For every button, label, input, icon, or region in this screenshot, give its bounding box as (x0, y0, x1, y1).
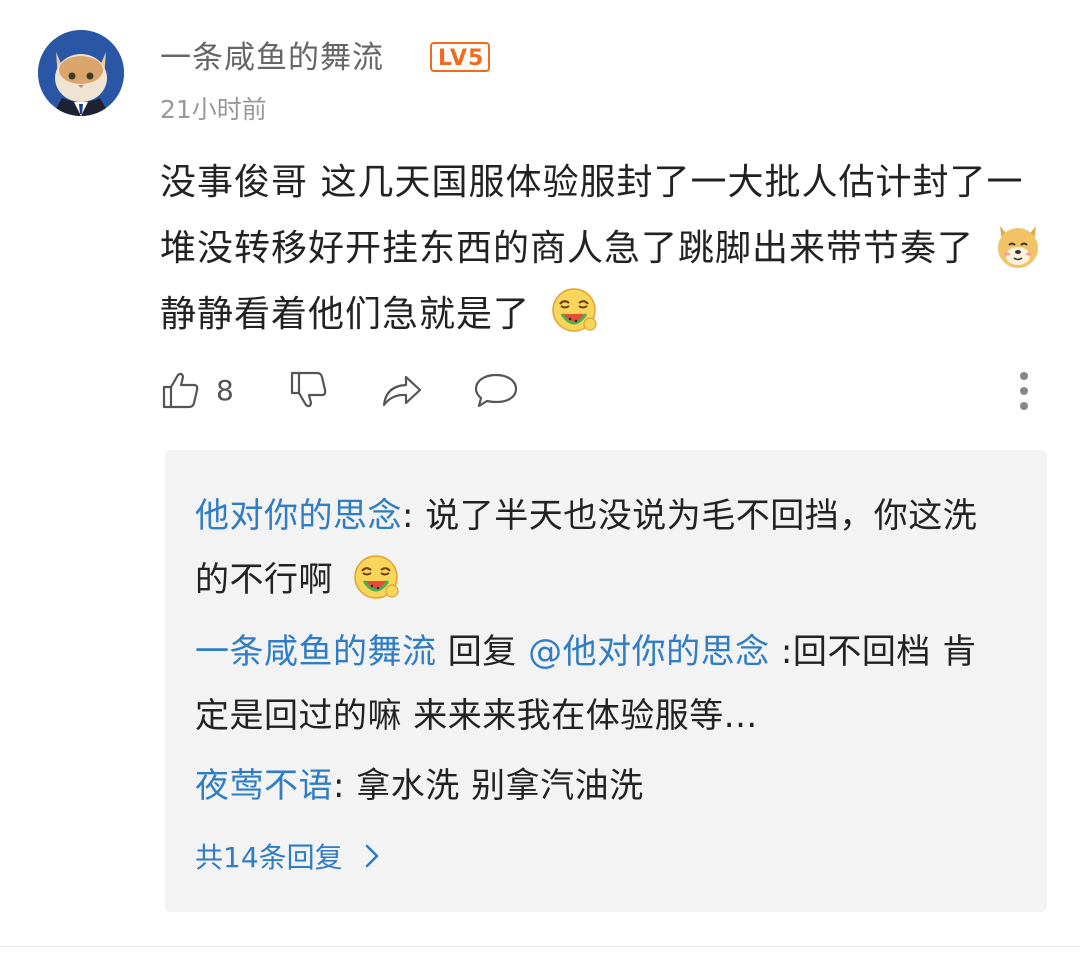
view-all-replies-link[interactable]: 共14条回复 (195, 830, 383, 882)
reply-author[interactable]: 一条咸鱼的舞流 (195, 632, 437, 672)
reply-button[interactable] (473, 362, 519, 418)
level-text: LV5 (438, 46, 485, 71)
comment-username[interactable]: 一条咸鱼的舞流 (160, 36, 384, 80)
more-vertical-icon (1020, 372, 1028, 410)
eating-watermelon-emoji-icon (350, 551, 402, 603)
share-icon (382, 375, 422, 407)
reply-mention[interactable]: @他对你的思念 (528, 632, 770, 672)
share-button[interactable] (380, 362, 424, 418)
chat-bubble-icon (474, 373, 518, 408)
reply-author[interactable]: 夜莺不语 (195, 766, 333, 806)
dislike-button[interactable] (288, 362, 330, 418)
reply-author[interactable]: 他对你的思念 (195, 496, 402, 536)
chevron-right-icon (365, 844, 378, 868)
reply-separator: : (333, 766, 345, 806)
reply-item[interactable]: 夜莺不语: 拿水洗 别拿汽油洗 (195, 754, 1005, 818)
more-options-button[interactable] (1018, 370, 1030, 412)
replies-panel: 他对你的思念: 说了半天也没说为毛不回挡，你这洗的不行啊 一条咸鱼的舞流 回复 … (165, 450, 1047, 912)
doge-emoji-icon (992, 218, 1044, 270)
reply-text: 拿水洗 别拿汽油洗 (344, 766, 644, 806)
like-button[interactable]: 8 (160, 362, 234, 418)
reply-separator: : (402, 496, 414, 536)
thumbs-up-icon (162, 372, 199, 409)
user-avatar[interactable] (38, 30, 124, 116)
comment-timestamp: 21小时前 (160, 95, 267, 124)
thumbs-down-icon (290, 371, 327, 408)
comment-text: 没事俊哥 这几天国服体验服封了一大批人估计封了一堆没转移好开挂东西的商人急了跳脚… (160, 150, 1060, 348)
divider (0, 946, 1080, 947)
comment-action-bar: 8 (160, 362, 1040, 418)
like-count: 8 (216, 373, 234, 407)
reply-item[interactable]: 一条咸鱼的舞流 回复 @他对你的思念 :回不回档 肯定是回过的嘛 来来来我在体验… (195, 620, 1005, 748)
level-badge: LV5 (430, 42, 490, 72)
comment-text-part2: 静静看着他们急就是了 (160, 294, 531, 335)
eating-watermelon-emoji-icon (548, 284, 600, 336)
comment-text-part1: 没事俊哥 这几天国服体验服封了一大批人估计封了一堆没转移好开挂东西的商人急了跳脚… (160, 162, 1024, 269)
view-all-replies-label: 共14条回复 (195, 841, 343, 874)
reply-mid-text: 回复 (436, 632, 529, 672)
reply-item[interactable]: 他对你的思念: 说了半天也没说为毛不回挡，你这洗的不行啊 (195, 484, 1005, 612)
